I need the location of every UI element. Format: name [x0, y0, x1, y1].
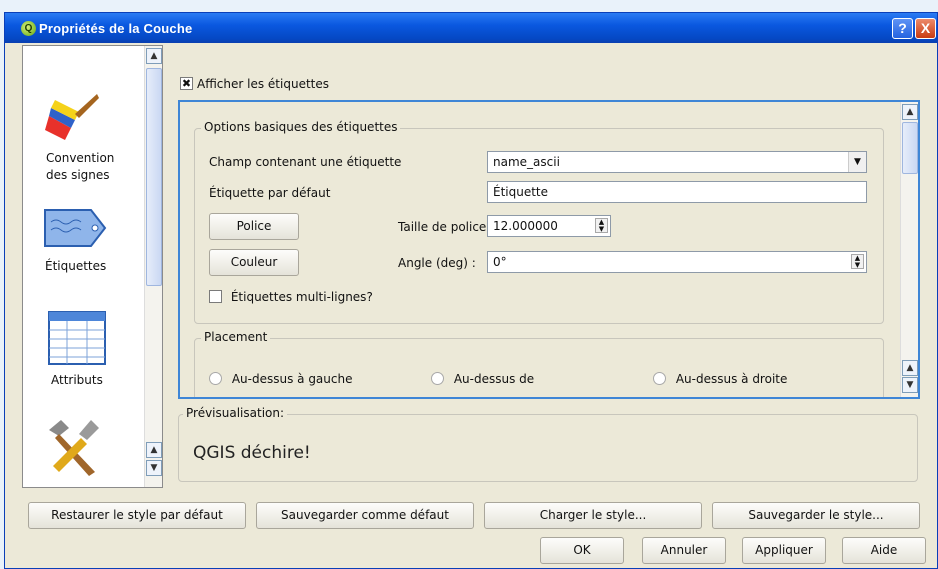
placement-group: Placement Au-dessus à gauche Au-dessus d… [194, 330, 884, 397]
qgis-logo-icon: Q [21, 21, 36, 36]
scroll-thumb[interactable] [146, 68, 162, 286]
multiline-label: Étiquettes multi-lignes? [230, 289, 373, 304]
options-scrollbar[interactable]: ▲ ▲ ▼ [900, 102, 918, 397]
placement-radio-top[interactable]: Au-dessus de [431, 371, 534, 386]
spinner-arrows-icon[interactable]: ▲ ▼ [595, 218, 608, 233]
scroll-down-icon[interactable]: ▼ [146, 460, 162, 476]
sidebar-item-symbology[interactable]: Convention des signes [23, 86, 141, 184]
angle-value: 0° [493, 255, 507, 269]
scroll-up-icon[interactable]: ▲ [146, 48, 162, 64]
sidebar-item-label: des signes [46, 168, 110, 182]
help-button[interactable]: ? [892, 18, 913, 39]
tools-icon [49, 420, 99, 476]
scroll-down-icon[interactable]: ▼ [902, 377, 918, 393]
sidebar: Convention des signes Étiquettes Attribu… [22, 45, 163, 488]
placement-option-label: Au-dessus à droite [675, 371, 788, 386]
sidebar-scrollbar[interactable]: ▲ ▲ ▼ [144, 46, 162, 487]
label-field-select[interactable]: name_ascii ▼ [487, 151, 867, 173]
scroll-thumb[interactable] [902, 122, 918, 174]
ok-button[interactable]: OK [540, 537, 624, 564]
sidebar-item-label: Attributs [51, 373, 103, 387]
spinner-arrows-icon[interactable]: ▲ ▼ [851, 254, 864, 269]
placement-title: Placement [201, 330, 271, 344]
angle-spinbox[interactable]: 0° ▲ ▼ [487, 251, 867, 273]
table-icon [48, 311, 106, 365]
angle-label: Angle (deg) : [398, 256, 476, 270]
show-labels-checkbox[interactable]: ✖ Afficher les étiquettes [180, 76, 329, 91]
checkbox-checked-icon[interactable]: ✖ [180, 77, 193, 90]
placement-option-label: Au-dessus à gauche [231, 371, 353, 386]
sidebar-item-label: Étiquettes [45, 259, 107, 273]
font-size-label: Taille de police [398, 220, 487, 234]
chevron-down-icon[interactable]: ▼ [848, 152, 866, 172]
placement-option-label: Au-dessus de [453, 371, 535, 386]
paintbrush-icon [45, 94, 99, 140]
preview-text: QGIS déchire! [193, 443, 311, 463]
scroll-up-icon[interactable]: ▲ [902, 104, 918, 120]
preview-group: Prévisualisation: QGIS déchire! [178, 406, 918, 482]
sidebar-item-labels[interactable]: Étiquettes [23, 206, 141, 275]
restore-default-style-button[interactable]: Restaurer le style par défaut [28, 502, 246, 529]
sidebar-item-general[interactable] [23, 416, 141, 478]
field-label: Champ contenant une étiquette [209, 155, 402, 169]
scroll-up-icon[interactable]: ▲ [902, 360, 918, 376]
scroll-up-icon[interactable]: ▲ [146, 442, 162, 458]
radio-icon[interactable] [431, 372, 444, 385]
basic-options-title: Options basiques des étiquettes [201, 120, 401, 134]
labels-options-panel: Options basiques des étiquettes Champ co… [178, 100, 920, 399]
default-label-input[interactable]: Étiquette [487, 181, 867, 203]
font-button[interactable]: Police [209, 213, 299, 240]
label-tag-icon [44, 209, 107, 247]
default-label-value: Étiquette [493, 185, 549, 199]
radio-icon[interactable] [653, 372, 666, 385]
font-size-value: 12.000000 [493, 219, 558, 233]
sidebar-item-attributes[interactable]: Attributs [23, 310, 141, 389]
checkbox-unchecked-icon[interactable] [209, 290, 222, 303]
font-size-spinbox[interactable]: 12.000000 ▲ ▼ [487, 215, 611, 237]
apply-button[interactable]: Appliquer [742, 537, 826, 564]
placement-radio-top-right[interactable]: Au-dessus à droite [653, 371, 787, 386]
help-dialog-button[interactable]: Aide [842, 537, 926, 564]
basic-options-group: Options basiques des étiquettes Champ co… [194, 120, 884, 324]
sidebar-item-label: Convention [46, 151, 115, 165]
close-button[interactable]: X [915, 18, 936, 39]
placement-radio-top-left[interactable]: Au-dessus à gauche [209, 371, 352, 386]
title-bar[interactable]: Q Propriétés de la Couche ? X [5, 13, 937, 43]
show-labels-label: Afficher les étiquettes [197, 76, 329, 91]
cancel-button[interactable]: Annuler [642, 537, 726, 564]
load-style-button[interactable]: Charger le style... [484, 502, 702, 529]
radio-icon[interactable] [209, 372, 222, 385]
window-title: Propriétés de la Couche [39, 21, 193, 36]
save-style-button[interactable]: Sauvegarder le style... [712, 502, 920, 529]
field-select-value: name_ascii [493, 155, 560, 169]
preview-title: Prévisualisation: [183, 406, 288, 420]
multiline-checkbox[interactable]: Étiquettes multi-lignes? [209, 289, 373, 304]
default-label-label: Étiquette par défaut [209, 186, 331, 200]
color-button[interactable]: Couleur [209, 249, 299, 276]
save-as-default-button[interactable]: Sauvegarder comme défaut [256, 502, 474, 529]
